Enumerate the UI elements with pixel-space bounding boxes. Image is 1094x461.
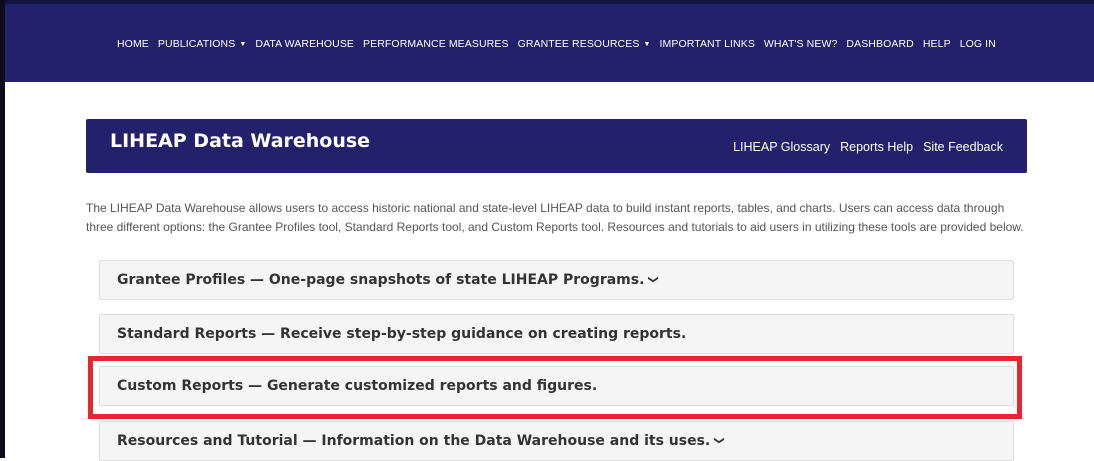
resources-tutorial-panel[interactable]: Resources and Tutorial — Information on … <box>99 421 1014 461</box>
nav-item-data-warehouse[interactable]: DATA WAREHOUSE <box>255 38 354 50</box>
panel-title: Custom Reports — Generate customized rep… <box>117 378 598 394</box>
page-header-bar: LIHEAP Data Warehouse LIHEAP Glossary Re… <box>86 119 1027 173</box>
chevron-down-icon: ❯ <box>713 436 725 445</box>
panel-title: Resources and Tutorial — Information on … <box>117 433 725 449</box>
top-navigation-bar: HOME PUBLICATIONS ▼ DATA WAREHOUSE PERFOR… <box>5 0 1094 82</box>
panel-title: Grantee Profiles — One-page snapshots of… <box>117 272 660 288</box>
liheap-glossary-link[interactable]: LIHEAP Glossary <box>733 140 830 154</box>
nav-item-label: PERFORMANCE MEASURES <box>363 38 509 50</box>
nav-item-label: IMPORTANT LINKS <box>659 38 755 50</box>
nav-item-label: DASHBOARD <box>846 38 914 50</box>
nav-item-grantee-resources[interactable]: GRANTEE RESOURCES ▼ <box>518 38 651 50</box>
header-links: LIHEAP Glossary Reports Help Site Feedba… <box>733 140 1003 154</box>
nav-item-label: GRANTEE RESOURCES <box>517 38 640 50</box>
nav-item-label: WHAT'S NEW? <box>763 38 838 50</box>
standard-reports-panel[interactable]: Standard Reports — Receive step-by-step … <box>99 314 1014 354</box>
panel-title-text: Grantee Profiles — One-page snapshots of… <box>117 272 645 288</box>
nav-item-label: HELP <box>922 38 951 50</box>
panel-title: Standard Reports — Receive step-by-step … <box>117 326 687 342</box>
panel-title-text: Resources and Tutorial — Information on … <box>117 433 711 449</box>
nav-item-whats-new[interactable]: WHAT'S NEW? <box>764 38 838 50</box>
nav-item-publications[interactable]: PUBLICATIONS ▼ <box>158 38 246 50</box>
nav-menu: HOME PUBLICATIONS ▼ DATA WAREHOUSE PERFOR… <box>117 38 1005 50</box>
nav-item-help[interactable]: HELP <box>923 38 951 50</box>
nav-item-label: PUBLICATIONS <box>157 38 236 50</box>
reports-help-link[interactable]: Reports Help <box>840 140 913 154</box>
nav-item-home[interactable]: HOME <box>117 38 149 50</box>
page-title: LIHEAP Data Warehouse <box>110 130 371 152</box>
nav-item-label: LOG IN <box>959 38 996 50</box>
chevron-down-icon: ▼ <box>643 40 651 48</box>
site-feedback-link[interactable]: Site Feedback <box>923 140 1003 154</box>
intro-paragraph: The LIHEAP Data Warehouse allows users t… <box>86 201 1024 234</box>
custom-reports-panel[interactable]: Custom Reports — Generate customized rep… <box>99 366 1014 406</box>
nav-item-label: DATA WAREHOUSE <box>255 38 355 50</box>
nav-item-performance-measures[interactable]: PERFORMANCE MEASURES <box>363 38 509 50</box>
chevron-down-icon: ▼ <box>239 40 247 48</box>
nav-item-dashboard[interactable]: DASHBOARD <box>846 38 913 50</box>
nav-item-log-in[interactable]: LOG IN <box>960 38 996 50</box>
chevron-down-icon: ❯ <box>648 275 660 284</box>
grantee-profiles-panel[interactable]: Grantee Profiles — One-page snapshots of… <box>99 260 1014 300</box>
nav-item-important-links[interactable]: IMPORTANT LINKS <box>659 38 754 50</box>
nav-item-label: HOME <box>117 38 149 50</box>
